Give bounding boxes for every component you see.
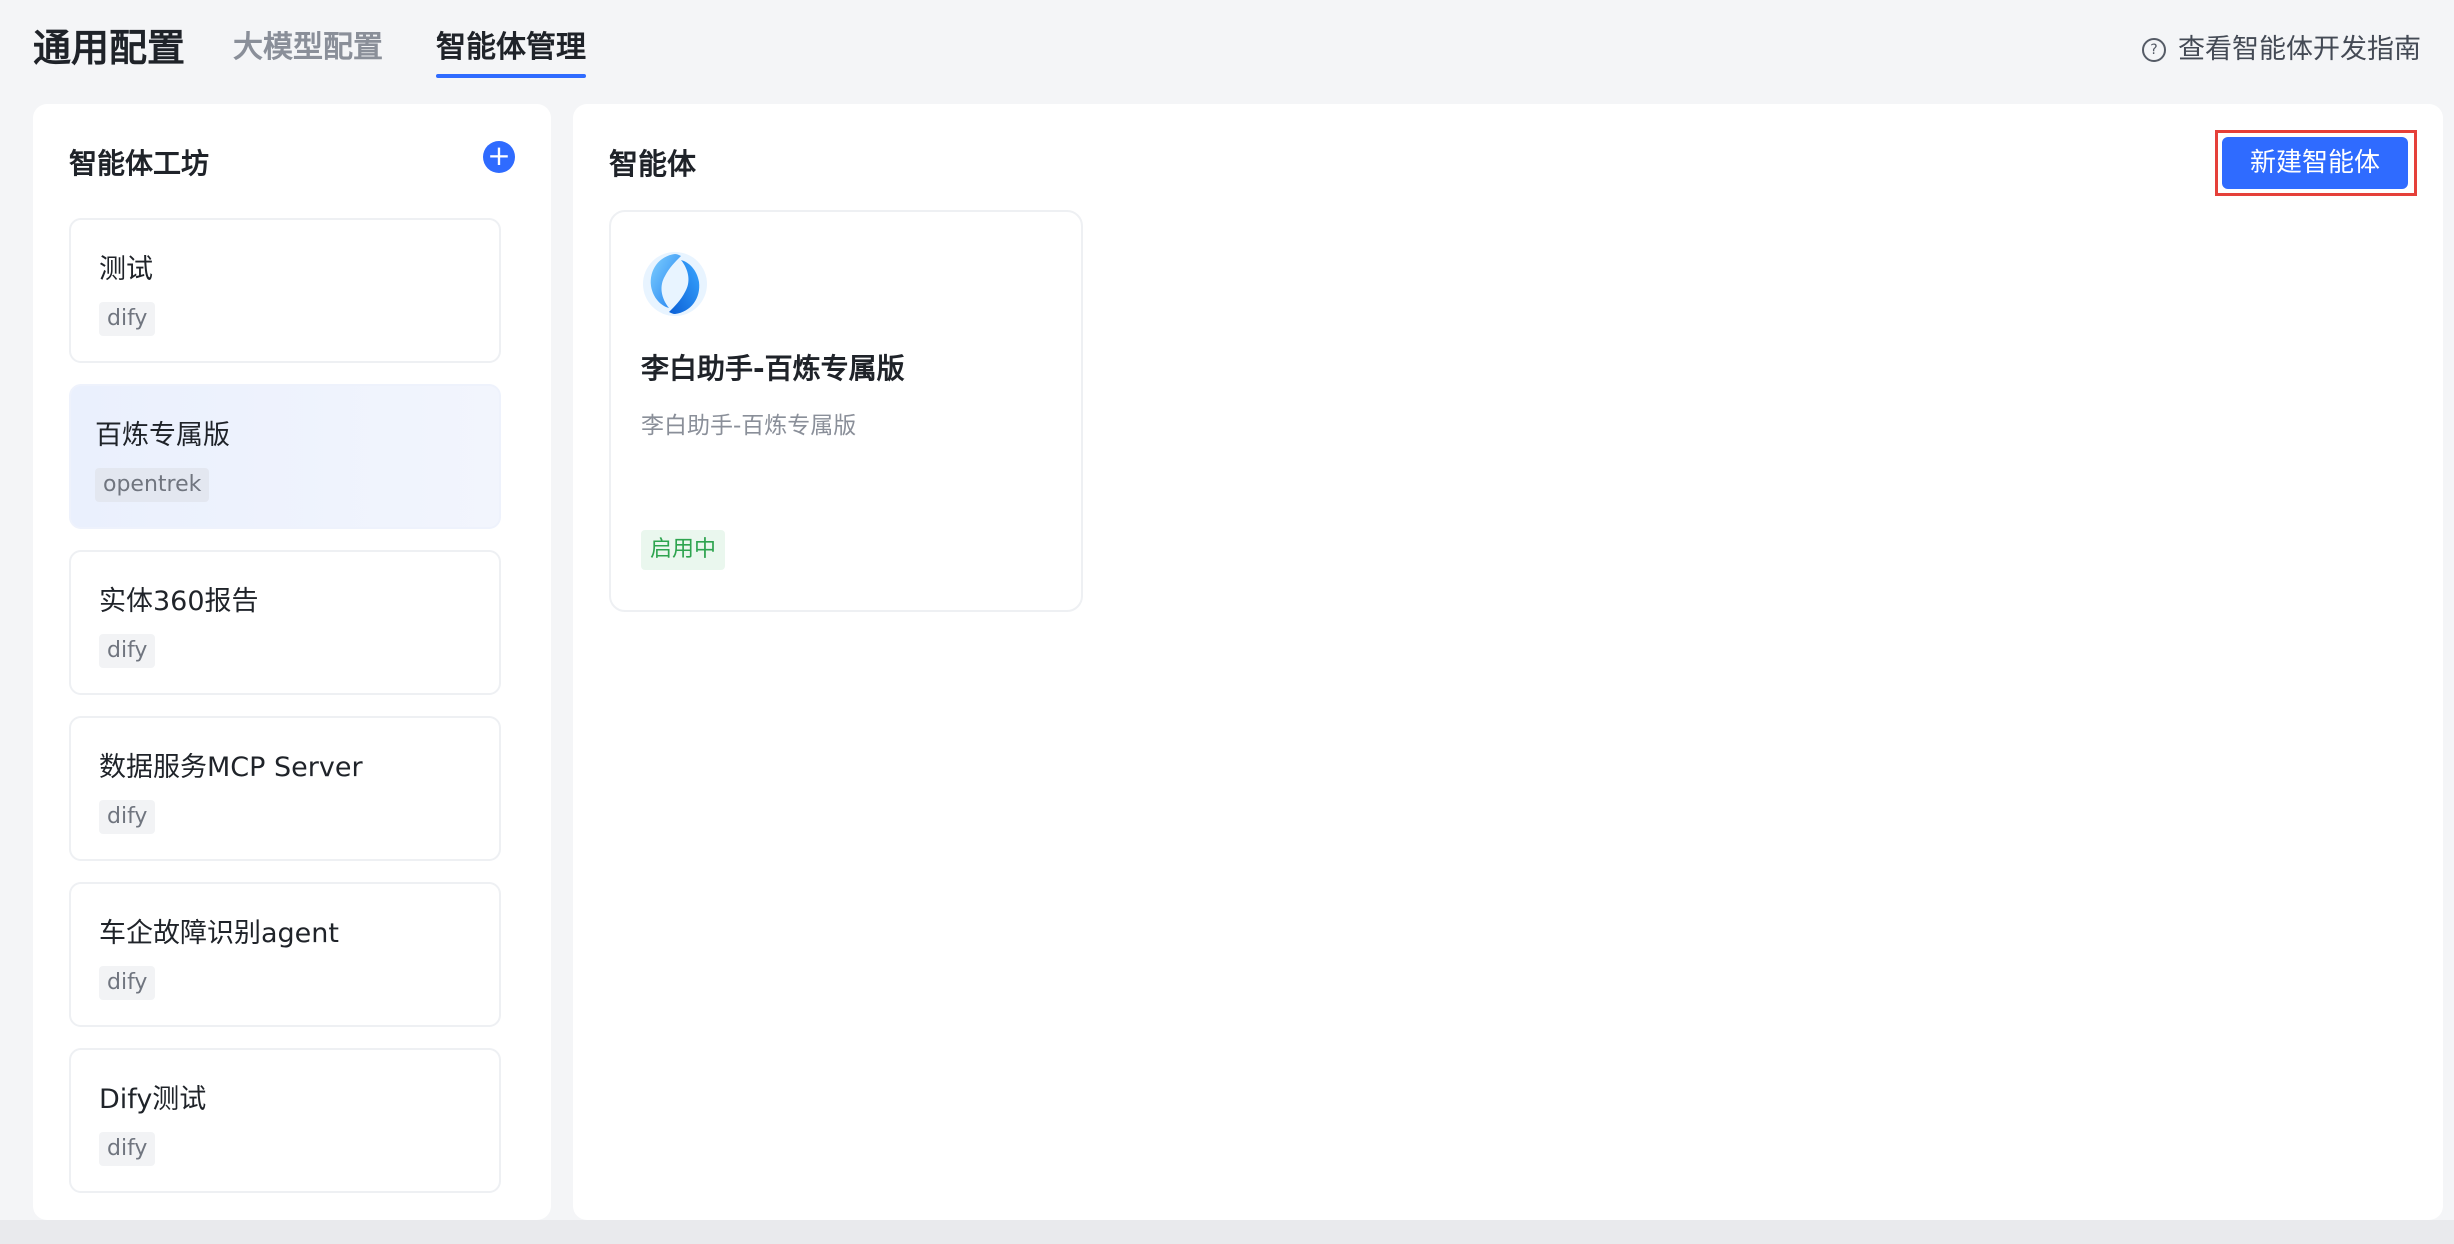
workshop-item-tag: dify xyxy=(99,302,156,336)
agent-card-name: 李白助手-百炼专属版 xyxy=(641,352,905,385)
workshop-title: 智能体工坊 xyxy=(69,147,210,180)
agent-section-title: 智能体 xyxy=(609,147,697,181)
bottom-bar xyxy=(0,1220,2454,1244)
page-title: 通用配置 xyxy=(33,26,186,70)
workshop-item[interactable]: 测试 dify xyxy=(69,218,501,363)
agent-card[interactable]: 李白助手-百炼专属版 李白助手-百炼专属版 启用中 xyxy=(609,210,1083,612)
agent-panel: 智能体 新建智能体 李白助手-百炼专属版 李白助手-百炼专属版 启用中 xyxy=(573,104,2443,1220)
add-workshop-button[interactable]: + xyxy=(483,141,515,173)
workshop-item[interactable]: 百炼专属版 opentrek xyxy=(69,384,501,529)
workshop-item-name: Dify测试 xyxy=(99,1084,207,1115)
agent-logo-icon xyxy=(643,252,707,316)
agent-workshop-panel: 智能体工坊 + 测试 dify 百炼专属版 opentrek 实体360报告 d… xyxy=(33,104,551,1220)
workshop-item-tag: dify xyxy=(99,800,156,834)
workshop-item[interactable]: 数据服务MCP Server dify xyxy=(69,716,501,861)
workshop-list: 测试 dify 百炼专属版 opentrek 实体360报告 dify 数据服务… xyxy=(69,218,501,1214)
dev-guide-label: 查看智能体开发指南 xyxy=(2178,34,2421,65)
workshop-item-tag: dify xyxy=(99,1132,156,1166)
plus-icon: + xyxy=(487,139,511,172)
tab-llm-config[interactable]: 大模型配置 xyxy=(233,26,383,70)
status-badge: 启用中 xyxy=(641,530,726,570)
workshop-item-tag: dify xyxy=(99,634,156,668)
workshop-item-tag: opentrek xyxy=(95,468,210,502)
dev-guide-link[interactable]: ? 查看智能体开发指南 xyxy=(2142,30,2421,70)
workshop-item[interactable]: Dify测试 dify xyxy=(69,1048,501,1193)
workshop-item[interactable]: 实体360报告 dify xyxy=(69,550,501,695)
tab-agent-management[interactable]: 智能体管理 xyxy=(436,26,586,78)
help-circle-icon: ? xyxy=(2142,38,2166,62)
workshop-item-name: 数据服务MCP Server xyxy=(99,752,363,783)
workshop-item-name: 测试 xyxy=(99,254,153,285)
new-agent-button[interactable]: 新建智能体 xyxy=(2222,137,2408,189)
workshop-item-name: 实体360报告 xyxy=(99,586,259,617)
workshop-item[interactable]: 车企故障识别agent dify xyxy=(69,882,501,1027)
workshop-item-name: 百炼专属版 xyxy=(95,420,230,451)
top-header: 通用配置 大模型配置 智能体管理 ? 查看智能体开发指南 xyxy=(0,0,2454,100)
workshop-item-name: 车企故障识别agent xyxy=(99,918,339,949)
workshop-item-tag: dify xyxy=(99,966,156,1000)
agent-card-description: 李白助手-百炼专属版 xyxy=(641,413,857,439)
